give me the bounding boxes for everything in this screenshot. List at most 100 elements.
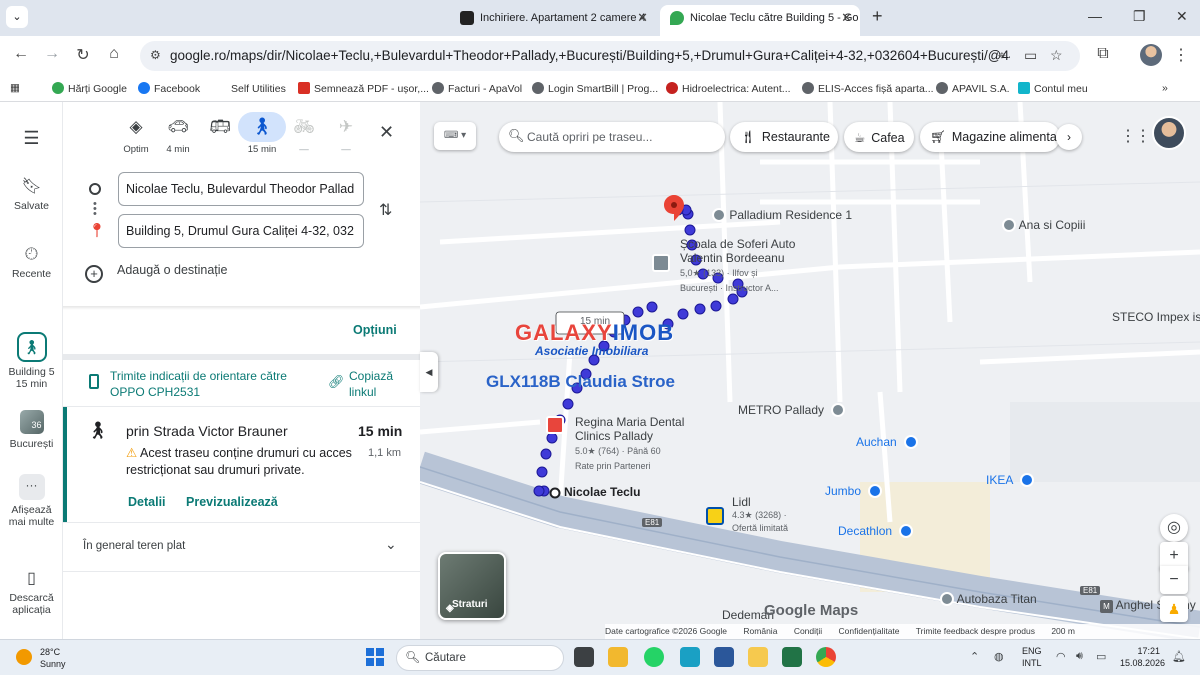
clock[interactable]: 17:21 15.08.2026 (1120, 645, 1165, 669)
file-explorer-icon[interactable] (748, 647, 768, 667)
search-along-route-input[interactable]: 🔍︎ Caută opriri pe traseu... (499, 122, 725, 152)
close-icon[interactable]: ✕ (637, 5, 648, 31)
bookmark-harti-google[interactable]: Hărți Google (52, 82, 127, 95)
tray-app-icon[interactable]: ◍ (994, 650, 1004, 663)
bookmark-self-utilities[interactable]: Self Utilities (215, 82, 286, 95)
map-canvas[interactable]: 15 min Palladium Residence 1 Ana si Copi… (420, 102, 1200, 639)
chip-magazine[interactable]: 🛒︎ Magazine alimenta (920, 122, 1060, 152)
url-text[interactable]: google.ro/maps/dir/Nicolae+Teclu,+Buleva… (170, 48, 1010, 63)
account-avatar[interactable] (1152, 116, 1186, 150)
recent-walk-route[interactable]: 🚶︎ Building 5 15 min (0, 332, 63, 390)
minimize-icon[interactable]: — (1088, 8, 1102, 24)
chevron-right-icon[interactable]: › (1056, 124, 1082, 150)
mode-best[interactable]: ◈ Optim (112, 112, 160, 155)
word-icon[interactable] (714, 647, 734, 667)
folder-mail-icon[interactable] (608, 647, 628, 667)
feedback-link[interactable]: Trimite feedback despre produs (916, 626, 1035, 636)
place-nicolae-teclu[interactable]: Nicolae Teclu (564, 485, 640, 499)
show-more-button[interactable]: ··· Afișează mai multe (0, 474, 63, 528)
layers-button[interactable]: ◈ Straturi (438, 552, 506, 620)
new-tab-icon[interactable]: + (872, 6, 883, 27)
mode-bike[interactable]: 🚲︎ — (280, 112, 328, 155)
mode-transit[interactable]: 🚌︎ (196, 112, 244, 144)
terms-link[interactable]: Condiții (794, 626, 822, 636)
route-option-card[interactable]: 🚶︎ prin Strada Victor Brauner 15 min ⚠ A… (63, 407, 420, 522)
place-lidl[interactable]: Lidl 4.3★ (3268) · Ofertă limitată (732, 496, 788, 534)
app-icon[interactable] (680, 647, 700, 667)
wifi-icon[interactable]: ◠ (1056, 650, 1066, 663)
apps-grid-icon[interactable]: ▦ (10, 82, 20, 94)
profile-avatar[interactable] (1140, 44, 1162, 66)
options-button[interactable]: Opțiuni (353, 323, 397, 337)
recent-button[interactable]: 🕘︎ Recente (0, 246, 63, 280)
place-palladium[interactable]: Palladium Residence 1 (708, 208, 852, 222)
my-location-icon[interactable]: ◎ (1160, 514, 1188, 542)
more-bookmarks-icon[interactable]: » (1162, 82, 1168, 94)
place-auchan[interactable]: Auchan (856, 435, 919, 449)
saved-button[interactable]: 🔖︎ Salvate (0, 176, 63, 212)
place-scoala-soferi[interactable]: Școala de Soferi Auto Valentin Bordeeanu… (680, 237, 795, 295)
place-decathlon[interactable]: Decathlon (838, 524, 914, 538)
scale-label[interactable]: 200 m (1051, 626, 1075, 636)
bookmark-semneaza-pdf[interactable]: Semnează PDF - ușor,... (298, 82, 429, 95)
keyboard-button[interactable]: ⌨ ▾ (434, 122, 476, 150)
battery-icon[interactable]: ▭ (1096, 650, 1106, 663)
preview-button[interactable]: Previzualizează (186, 495, 278, 509)
mode-car[interactable]: 🚗︎ 4 min (154, 112, 202, 155)
chip-restaurante[interactable]: 🍴︎ Restaurante (730, 122, 838, 152)
excel-icon[interactable] (782, 647, 802, 667)
chrome-icon[interactable] (816, 647, 836, 667)
download-app-button[interactable]: ▯ Descarcă aplicația (0, 568, 63, 616)
bookmark-hidroelectrica[interactable]: Hidroelectrica: Autent... (666, 82, 791, 95)
whatsapp-icon[interactable] (644, 647, 664, 667)
country-link[interactable]: România (743, 626, 777, 636)
weather-widget[interactable]: 28°C Sunny (40, 646, 66, 670)
add-destination-button[interactable]: + Adaugă o destinație (85, 263, 385, 283)
bookmark-apavil[interactable]: APAVIL S.A. (936, 82, 1010, 95)
zoom-out-button[interactable]: − (1160, 566, 1188, 594)
chevron-down-icon[interactable]: ⌄ (6, 6, 28, 28)
place-ana-si-copiii[interactable]: Ana si Copiii (998, 218, 1085, 232)
maximize-icon[interactable]: ❐ (1133, 8, 1146, 25)
recent-bucuresti[interactable]: 36 București (0, 410, 63, 450)
place-jumbo[interactable]: Jumbo (825, 484, 883, 498)
place-metro[interactable]: METRO Pallady (738, 403, 846, 417)
notifications-icon[interactable]: 🔔︎ (1172, 650, 1186, 663)
address-bar[interactable]: ⚙ google.ro/maps/dir/Nicolae+Teclu,+Bule… (140, 41, 1080, 71)
origin-input[interactable]: Nicolae Teclu, Bulevardul Theodor Pallad (118, 172, 364, 206)
mode-flight[interactable]: ✈︎ — (322, 112, 370, 155)
destination-input[interactable]: Building 5, Drumul Gura Caliței 4-32, 03… (118, 214, 364, 248)
bookmark-facebook[interactable]: Facebook (138, 82, 200, 95)
star-icon[interactable]: ☆ (1050, 47, 1063, 64)
tab-inchiriere[interactable]: Inchiriere. Apartament 2 camere 4 ✕ (450, 5, 656, 36)
place-regina-maria[interactable]: Regina Maria Dental Clinics Pallady 5.0★… (575, 415, 684, 473)
send-to-phone-link[interactable]: Trimite indicații de orientare către OPP… (110, 368, 310, 400)
home-icon[interactable]: ⌂ (103, 45, 125, 63)
taskbar-search[interactable]: 🔍︎ Căutare (396, 645, 564, 671)
bookmark-smartbill[interactable]: Login SmartBill | Prog... (532, 82, 658, 95)
reload-icon[interactable]: ↻ (72, 45, 94, 65)
extensions-icon[interactable]: ⧉ (1092, 45, 1114, 63)
chip-cafea[interactable]: ☕︎ Cafea (844, 122, 914, 152)
forward-icon[interactable]: → (41, 45, 63, 63)
bookmark-elis[interactable]: ELIS-Acces fișă aparta... (802, 82, 934, 95)
mode-walk[interactable]: 🚶︎ 15 min (238, 112, 286, 155)
back-icon[interactable]: ← (10, 45, 32, 63)
bookmark-contul-meu[interactable]: Contul meu (1018, 82, 1088, 95)
place-ikea[interactable]: IKEA (986, 473, 1035, 487)
tab-google-maps[interactable]: Nicolae Teclu către Building 5 - Go ✕ (660, 5, 860, 36)
close-icon[interactable]: ✕ (841, 5, 852, 31)
details-button[interactable]: Detalii (128, 495, 166, 509)
volume-icon[interactable]: 🔊︎ (1076, 650, 1083, 663)
chevron-down-icon[interactable]: ⌄ (385, 536, 397, 553)
site-settings-icon[interactable]: ⚙ (150, 48, 161, 62)
close-directions-icon[interactable]: ✕ (379, 122, 394, 143)
menu-dots-icon[interactable]: ⋮ (1170, 45, 1192, 65)
language-indicator[interactable]: ENG INTL (1022, 645, 1042, 669)
location-icon[interactable]: ⌖ (998, 47, 1006, 64)
tray-chevron-up-icon[interactable]: ⌃ (970, 650, 979, 663)
bookmark-facturi-apavol[interactable]: Facturi - ApaVol (432, 82, 522, 95)
privacy-link[interactable]: Confidențialitate (839, 626, 900, 636)
sun-icon[interactable] (16, 649, 32, 665)
place-autobaza[interactable]: Autobaza Titan (940, 592, 1037, 606)
